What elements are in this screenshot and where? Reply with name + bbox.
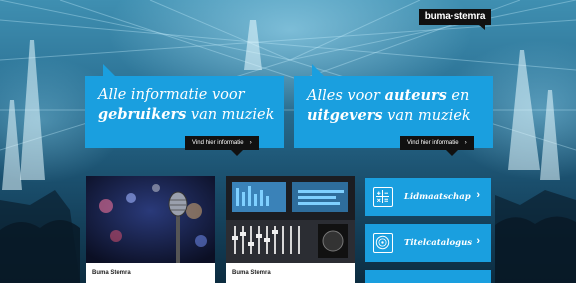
chevron-right-icon: › xyxy=(249,139,252,146)
calculator-icon xyxy=(373,187,393,207)
tile-lidmaatschap-label: Lidmaatschap xyxy=(404,192,471,202)
vinyl-record-icon xyxy=(373,233,393,253)
chevron-right-icon: › xyxy=(476,189,480,201)
news-card-studio[interactable]: Buma Stemra xyxy=(226,176,355,283)
find-info-authors-button[interactable]: Vind hier informatie › xyxy=(400,136,474,156)
tile-titelcatalogus-label: Titelcatalogus xyxy=(404,238,473,248)
page: buma·stemra Alle informatie voor gebruik… xyxy=(0,0,576,283)
promo-authors-line1-post: en xyxy=(446,88,470,104)
tile-lidmaatschap[interactable]: Lidmaatschap › xyxy=(365,178,491,216)
buma-stemra-logo[interactable]: buma·stemra xyxy=(419,9,491,30)
chevron-right-icon: › xyxy=(464,139,467,146)
tile-partial[interactable] xyxy=(365,270,491,283)
chevron-right-icon: › xyxy=(476,235,480,247)
promo-authors-title: Alles voor auteurs en uitgevers van muzi… xyxy=(307,86,485,126)
find-info-users-label: Vind hier informatie xyxy=(192,140,244,146)
promo-users-title: Alle informatie voor gebruikers van muzi… xyxy=(98,86,276,125)
logo-text: buma·stemra xyxy=(424,11,486,22)
promo-authors-line2: van muziek xyxy=(382,108,471,124)
promo-authors-highlight-1: auteurs xyxy=(384,87,447,104)
tile-titelcatalogus[interactable]: Titelcatalogus › xyxy=(365,224,491,262)
card-label: Buma Stemra xyxy=(232,270,271,276)
promo-authors-line1-pre: Alles voor xyxy=(307,88,385,104)
studio-image xyxy=(226,176,355,263)
microphone-image xyxy=(86,176,215,263)
find-info-users-button[interactable]: Vind hier informatie › xyxy=(185,136,259,156)
news-card-microphone[interactable]: Buma Stemra xyxy=(86,176,215,283)
find-info-authors-label: Vind hier informatie xyxy=(407,140,459,146)
promo-authors-highlight-2: uitgevers xyxy=(307,107,383,124)
card-label: Buma Stemra xyxy=(92,270,131,276)
promo-users-line2: van muziek xyxy=(186,107,275,123)
promo-users-line1: Alle informatie voor xyxy=(98,87,245,103)
promo-users-highlight: gebruikers xyxy=(98,106,187,123)
